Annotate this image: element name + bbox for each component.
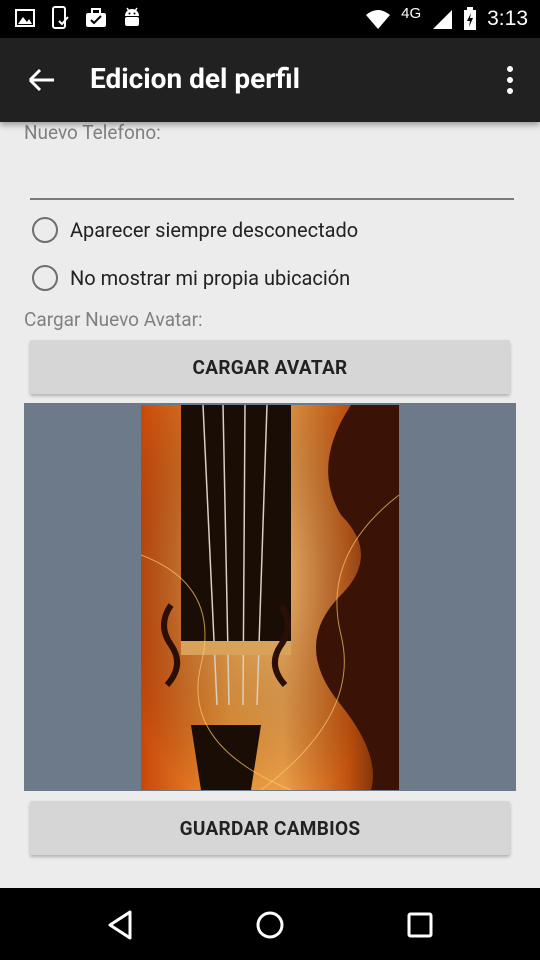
nav-back-button[interactable] xyxy=(104,908,138,942)
wifi-icon xyxy=(366,10,391,29)
status-notification-icons xyxy=(14,6,142,30)
image-icon xyxy=(15,9,35,27)
page-title: Edicion del perfil xyxy=(90,62,300,95)
back-button[interactable] xyxy=(18,58,66,102)
briefcase-check-icon xyxy=(86,8,106,27)
option-offline-label: Aparecer siempre desconectado xyxy=(70,218,359,242)
option-hide-location-label: No mostrar mi propia ubicación xyxy=(70,266,351,290)
battery-icon xyxy=(464,7,477,30)
option-offline[interactable]: Aparecer siempre desconectado xyxy=(32,215,358,245)
back-triangle-icon xyxy=(108,910,132,940)
avatar-preview xyxy=(24,403,516,791)
overflow-menu-button[interactable] xyxy=(498,60,522,100)
signal-icon xyxy=(433,10,453,29)
clock: 3:13 xyxy=(487,7,528,30)
status-system-icons: 4G 3:13 xyxy=(365,0,528,38)
arrow-back-icon xyxy=(28,68,54,92)
radio-hide-location[interactable] xyxy=(32,265,58,291)
avatar-label: Cargar Nuevo Avatar: xyxy=(24,308,203,331)
save-changes-button[interactable]: GUARDAR CAMBIOS xyxy=(30,801,510,855)
nav-home-button[interactable] xyxy=(253,908,287,942)
recents-square-icon xyxy=(407,912,433,938)
overflow-menu-icon xyxy=(507,66,513,94)
option-hide-location[interactable]: No mostrar mi propia ubicación xyxy=(32,263,350,293)
home-circle-icon xyxy=(256,911,284,939)
phone-check-icon xyxy=(52,6,69,29)
navigation-bar xyxy=(0,888,540,960)
radio-offline[interactable] xyxy=(32,217,58,243)
android-icon xyxy=(125,7,139,26)
upload-avatar-button[interactable]: CARGAR AVATAR xyxy=(30,340,510,394)
phone-label: Nuevo Telefono: xyxy=(24,122,161,144)
network-type-label: 4G xyxy=(401,4,422,22)
phone-input[interactable] xyxy=(30,166,514,200)
avatar-image xyxy=(141,405,399,790)
app-bar: Edicion del perfil xyxy=(0,38,540,122)
status-bar: 4G 3:13 xyxy=(0,0,540,38)
nav-recents-button[interactable] xyxy=(403,908,437,942)
profile-form: Nuevo Telefono: Aparecer siempre descone… xyxy=(0,122,540,888)
